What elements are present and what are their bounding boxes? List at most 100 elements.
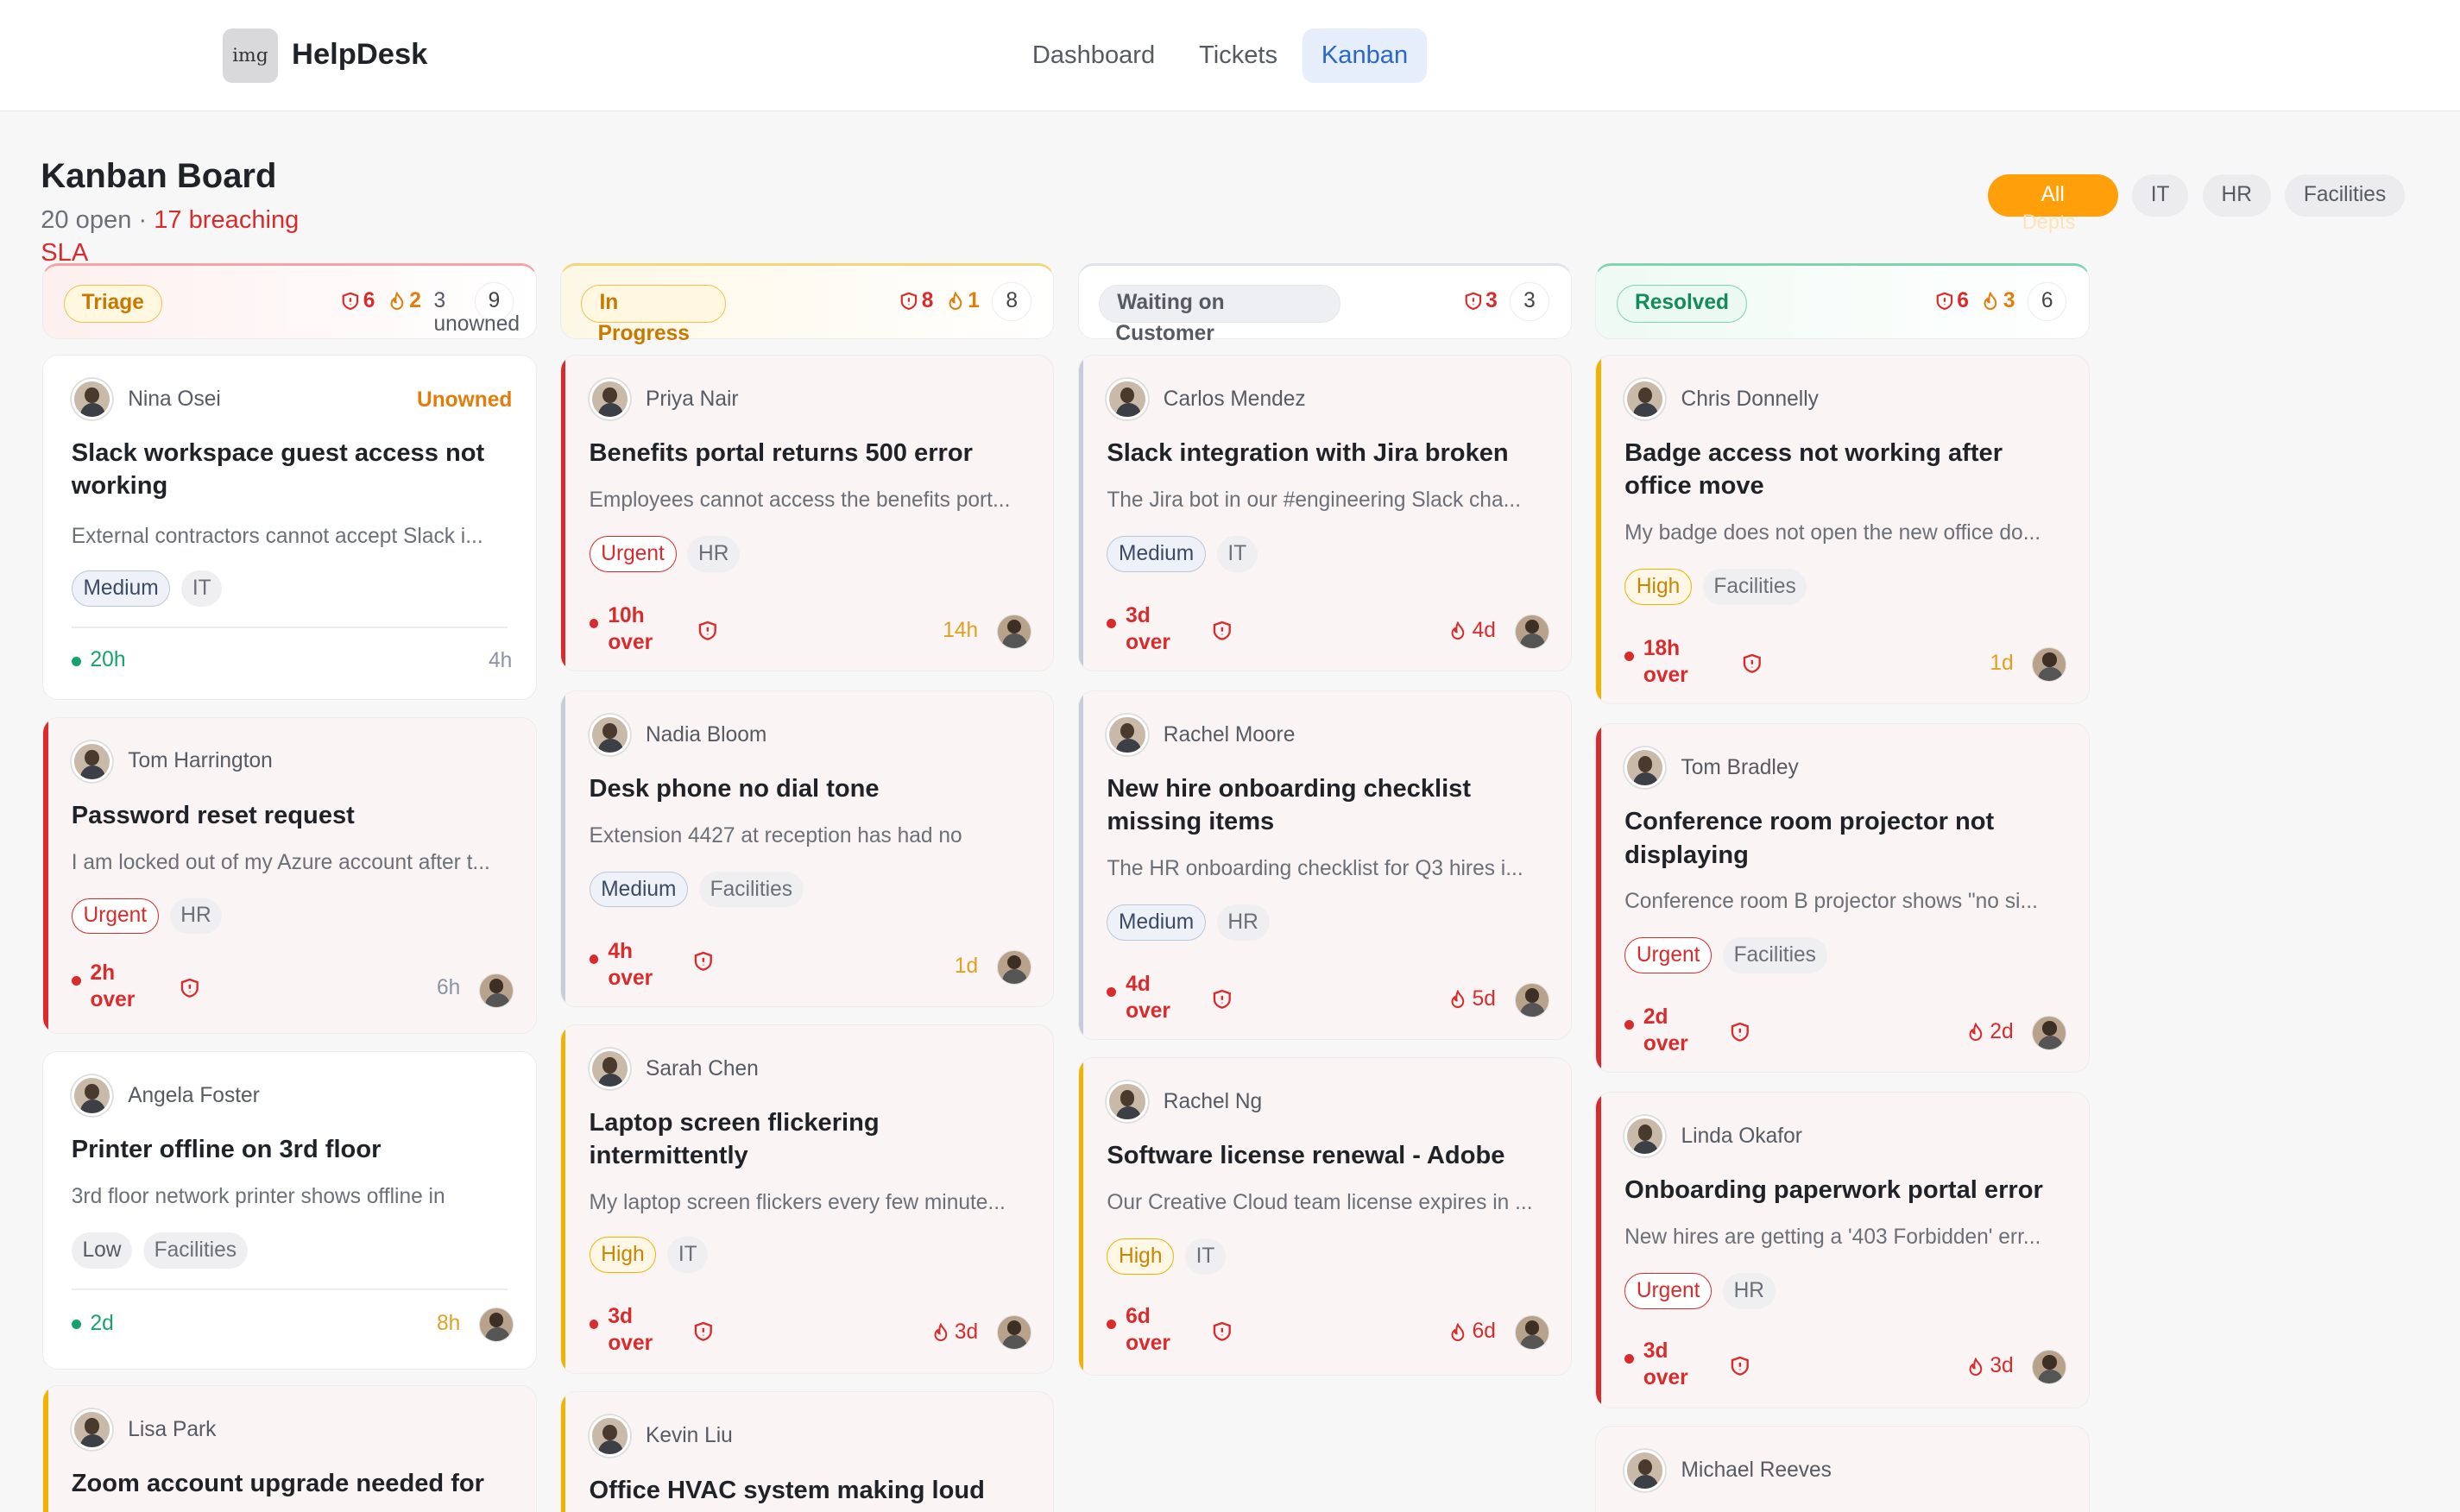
assignee-avatar[interactable]	[996, 1315, 1031, 1351]
assignee-avatar[interactable]	[479, 973, 514, 1008]
sla-remaining: 20h	[71, 647, 125, 674]
assignee-avatar[interactable]	[1514, 614, 1549, 649]
status-dot	[1624, 652, 1634, 662]
assignee-avatar[interactable]	[2032, 1015, 2067, 1050]
assignee-avatar[interactable]	[2032, 646, 2067, 682]
ticket-card[interactable]: Kevin Liu Office HVAC system making loud	[559, 1391, 1055, 1512]
page-title: Kanban Board	[41, 156, 277, 195]
ticket-description: Our Creative Cloud team license expires …	[1107, 1191, 1533, 1215]
column-waiting-on-customer: Waiting on Customer 3 3 Carlos Mendez Sla…	[1077, 263, 1573, 1376]
ticket-card[interactable]: Carlos Mendez Slack integration with Jir…	[1077, 354, 1573, 671]
ticket-card[interactable]: Nina Osei Unowned Slack workspace guest …	[42, 354, 537, 700]
filter-hr[interactable]: HR	[2202, 173, 2271, 217]
ticket-title: Software license renewal - Adobe	[1107, 1142, 1505, 1170]
assignee-avatar[interactable]	[1514, 1315, 1549, 1351]
unowned-label: unowned	[433, 312, 520, 337]
ticket-card[interactable]: Rachel Moore New hire onboarding checkli…	[1077, 690, 1573, 1040]
sla-over: over	[1643, 1366, 1688, 1390]
ticket-age: 1d	[1990, 652, 2014, 676]
ticket-age: 1d	[954, 954, 979, 979]
ticket-tags: Medium Facilities	[589, 871, 804, 908]
dept-tag: IT	[181, 570, 223, 607]
column-stats: 6 3 6	[1935, 281, 2067, 321]
column-label: Waiting on Customer	[1099, 285, 1341, 345]
ticket-card[interactable]: Lisa Park Zoom account upgrade needed fo…	[42, 1384, 537, 1512]
requester: Lisa Park	[71, 1409, 216, 1451]
nav-kanban[interactable]: Kanban	[1303, 28, 1427, 84]
sla-time: 10h	[608, 603, 645, 627]
app-name[interactable]: HelpDesk	[292, 38, 427, 72]
requester: Nadia Bloom	[589, 714, 767, 756]
requester: Tom Bradley	[1624, 747, 1799, 789]
filter-all-depts[interactable]: All Depts	[1987, 173, 2118, 234]
ticket-card[interactable]: Tom Harrington Password reset request I …	[42, 716, 537, 1034]
assignee-avatar[interactable]	[1514, 982, 1549, 1017]
requester: Carlos Mendez	[1107, 378, 1306, 420]
column-label-line1: Waiting on	[1117, 291, 1225, 315]
avatar	[71, 740, 113, 783]
priority-accent	[1596, 1092, 1601, 1408]
ticket-tags: Urgent Facilities	[1624, 937, 1827, 973]
dept-tag: Facilities	[1702, 568, 1807, 605]
requester-name: Nadia Bloom	[645, 722, 767, 747]
filter-it[interactable]: IT	[2131, 173, 2189, 217]
column-triage: Triage 6 2 3 unowned 9 Nina Osei Unowned …	[42, 263, 537, 1512]
nav-tickets[interactable]: Tickets	[1180, 28, 1296, 84]
dept-filters: All Depts IT HR Facilities	[1987, 173, 2405, 234]
ticket-card[interactable]: Sarah Chen Laptop screen flickering inte…	[559, 1024, 1055, 1375]
logo-image[interactable]: img	[223, 28, 278, 84]
ticket-description: My laptop screen flickers every few minu…	[589, 1191, 1006, 1215]
ticket-tags: Medium IT	[71, 570, 223, 607]
sla-overdue: 4h over	[589, 939, 653, 992]
dept-tag: HR	[169, 898, 223, 935]
ticket-card[interactable]: Nadia Bloom Desk phone no dial tone Exte…	[559, 690, 1055, 1007]
ticket-card[interactable]: Priya Nair Benefits portal returns 500 e…	[559, 354, 1055, 671]
ticket-card[interactable]: Michael Reeves	[1595, 1426, 2090, 1512]
ticket-card[interactable]: Rachel Ng Software license renewal - Ado…	[1077, 1056, 1573, 1376]
ticket-description: Extension 4427 at reception has had no	[589, 824, 962, 848]
open-count: 20 open ·	[41, 206, 155, 235]
nav-dashboard[interactable]: Dashboard	[1013, 28, 1174, 84]
ticket-card[interactable]: Tom Bradley Conference room projector no…	[1595, 722, 2090, 1074]
dept-tag: Facilities	[1722, 937, 1827, 973]
ticket-title: Laptop screen flickering intermittently	[589, 1109, 880, 1170]
column-header: Triage 6 2 3 unowned 9	[42, 263, 537, 339]
assignee-avatar[interactable]	[2032, 1350, 2067, 1384]
ticket-title: New hire onboarding checklist missing it…	[1107, 775, 1472, 836]
priority-tag: Urgent	[71, 898, 159, 935]
ticket-tags: Medium HR	[1107, 904, 1270, 941]
ticket-card[interactable]: Chris Donnelly Badge access not working …	[1595, 354, 2090, 705]
requester-name: Tom Harrington	[128, 749, 273, 773]
age-value: 6d	[1472, 1320, 1496, 1344]
ticket-tags: Urgent HR	[71, 898, 223, 935]
flame-icon	[1451, 1322, 1465, 1341]
avatar	[1624, 747, 1666, 789]
breach-stat: 8	[899, 289, 933, 313]
warn-count: 2	[409, 289, 421, 313]
assignee-avatar[interactable]	[479, 1307, 514, 1342]
column-stats: 3 3	[1464, 281, 1549, 321]
sla-overdue: 3d over	[1624, 1339, 1688, 1392]
ticket-age: 6h	[437, 976, 461, 1000]
shield-alert-icon	[1213, 1322, 1231, 1342]
ticket-card[interactable]: Linda Okafor Onboarding paperwork portal…	[1595, 1091, 2090, 1409]
requester: Rachel Ng	[1107, 1081, 1262, 1123]
ticket-title: Office HVAC system making loud	[589, 1476, 985, 1504]
sla-overdue: 2d over	[1624, 1005, 1688, 1058]
requester: Sarah Chen	[589, 1049, 759, 1090]
column-stats: 8 1 8	[899, 281, 1031, 321]
breach-count: 8	[921, 289, 934, 313]
sla-text: 4d over	[1126, 972, 1170, 1025]
ticket-card[interactable]: Angela Foster Printer offline on 3rd flo…	[42, 1050, 537, 1370]
sla-text: 10h over	[608, 603, 653, 657]
assignee-avatar[interactable]	[996, 949, 1031, 985]
dept-tag: IT	[667, 1237, 709, 1273]
shield-alert-icon	[694, 1322, 712, 1342]
assignee-avatar[interactable]	[996, 614, 1031, 649]
unowned-tag: Unowned	[417, 387, 513, 412]
ticket-age: 3d	[931, 1320, 978, 1345]
filter-facilities[interactable]: Facilities	[2285, 173, 2405, 217]
avatar	[589, 378, 630, 420]
avatar	[71, 378, 113, 420]
board-summary: 20 open · 17 breaching SLA	[41, 204, 323, 269]
